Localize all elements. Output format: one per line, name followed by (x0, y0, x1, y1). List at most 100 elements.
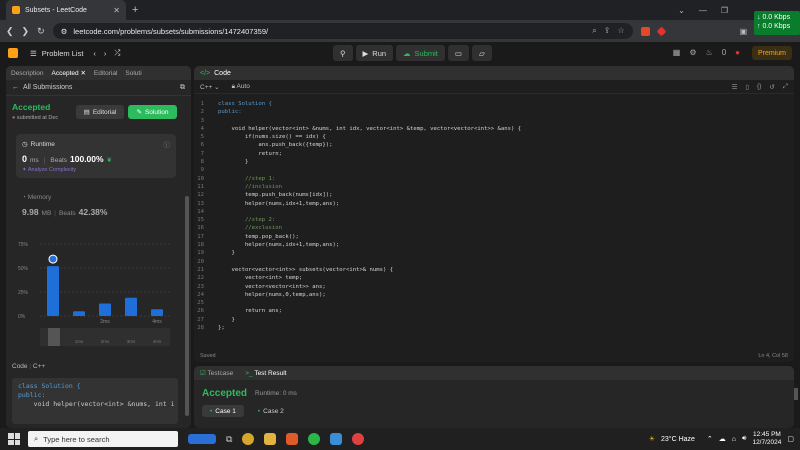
feedback-button[interactable]: ▱ (471, 45, 492, 61)
restore-icon[interactable]: ❐ (721, 6, 728, 15)
all-submissions-row[interactable]: ← All Submissions ⧉ (6, 80, 191, 96)
copilot-icon[interactable] (242, 433, 255, 445)
runtime-card[interactable]: ◷ Runtime ⓘ 0 ms | Beats 100.00% ❦ ✦ Ana… (16, 134, 176, 178)
tab-editorial[interactable]: Editorial (94, 70, 117, 77)
site-info-icon[interactable]: ⚙ (61, 27, 68, 36)
chevron-up-icon[interactable]: ⌃ (707, 435, 713, 443)
brave-shield-icon[interactable] (640, 26, 650, 36)
code-line[interactable]: 19 } (194, 249, 794, 257)
windows-start-icon[interactable] (8, 433, 20, 445)
weather-text[interactable]: 23°C Haze (661, 436, 695, 443)
runtime-bar[interactable] (125, 297, 137, 316)
code-line[interactable]: 17 temp.pop_back(); (194, 233, 794, 241)
arrow-left-icon[interactable]: ← (12, 84, 19, 91)
minimize-icon[interactable]: — (699, 6, 707, 15)
code-line[interactable]: 2 public: (194, 108, 794, 116)
navigator-handle[interactable] (48, 328, 60, 346)
brave-icon[interactable] (286, 433, 299, 445)
code-line[interactable]: 4 void helper(vector<int> &nums, int idx… (194, 125, 794, 133)
share-icon[interactable]: ⇪ (604, 26, 611, 36)
editorial-button[interactable]: ▤ Editorial (76, 105, 124, 119)
code-line[interactable]: 28}; (194, 324, 794, 332)
code-line[interactable]: 21 vector<vector<int>> subsets(vector<in… (194, 266, 794, 274)
code-line[interactable]: 6 ans.push_back({temp}); (194, 141, 794, 149)
forward-icon[interactable]: ❯ (22, 26, 30, 37)
code-line[interactable]: 16 //exclusion (194, 224, 794, 232)
language-select[interactable]: C++ ⌄ (200, 83, 220, 91)
code-line[interactable]: 11 //inclusion (194, 183, 794, 191)
new-tab-button[interactable]: + (126, 4, 144, 16)
ship-widget-icon[interactable] (188, 434, 216, 444)
chrome-icon[interactable] (308, 433, 321, 445)
next-problem-icon[interactable]: › (104, 49, 107, 58)
cloud-icon[interactable]: ☁ (719, 435, 726, 443)
reload-icon[interactable]: ↻ (37, 26, 45, 37)
network-icon[interactable]: ⌂ (732, 436, 736, 443)
case-tab-2[interactable]: • Case 2 (250, 405, 292, 417)
code-line[interactable]: 23 vector<vector<int>> ans; (194, 283, 794, 291)
taskbar-search[interactable]: ⌕ Type here to search (28, 431, 178, 447)
code-line[interactable]: 24 helper(nums,0,temp,ans); (194, 291, 794, 299)
close-icon[interactable]: ✕ (80, 70, 85, 77)
code-line[interactable]: 18 helper(nums,idx+1,temp,ans); (194, 241, 794, 249)
auto-mode[interactable]: 🔒︎ Auto (232, 83, 250, 91)
code-line[interactable]: 8 } (194, 158, 794, 166)
runtime-bar[interactable] (73, 311, 85, 316)
code-line[interactable]: 22 vector<int> temp; (194, 274, 794, 282)
omnibox[interactable]: ⚙ leetcode.com/problems/subsets/submissi… (52, 23, 633, 39)
leetcode-logo-icon[interactable] (8, 48, 18, 58)
code-area[interactable]: 1 class Solution {2 public: 3 4 void helper(… (194, 100, 794, 332)
notification-icon[interactable]: ▢ (787, 435, 794, 443)
submit-button[interactable]: ☁ Submit (396, 45, 445, 61)
tab-accepted[interactable]: Accepted ✕ (52, 69, 86, 77)
info-icon[interactable]: ⓘ (164, 139, 171, 149)
braces-icon[interactable]: {} (757, 83, 761, 91)
prev-problem-icon[interactable]: ‹ (93, 49, 96, 58)
code-line[interactable]: 20 (194, 258, 794, 266)
code-line[interactable]: 10 //step 1: (194, 175, 794, 183)
clock[interactable]: 12:45 PM 12/7/2024 (752, 431, 781, 447)
run-button[interactable]: ▶ Run (355, 45, 394, 61)
tab-description[interactable]: Description (11, 70, 44, 77)
code-line[interactable]: 3 (194, 117, 794, 125)
sidebar-icon[interactable]: ▣ (740, 27, 748, 36)
bookmark-icon[interactable]: ▯ (745, 83, 749, 91)
code-line[interactable]: 12 temp.push_back(nums[idx]); (194, 191, 794, 199)
star-icon[interactable]: ☆ (617, 26, 624, 36)
brave-rewards-icon[interactable] (656, 26, 667, 36)
link-icon[interactable]: ⧉ (180, 84, 185, 92)
code-line[interactable]: 26 return ans; (194, 307, 794, 315)
right-scrollbar[interactable] (794, 388, 798, 400)
solution-button[interactable]: ✎ Solution (128, 105, 177, 119)
memory-card[interactable]: ◔ Memory 9.98 MB | Beats 42.38% (22, 194, 107, 217)
problem-list-link[interactable]: Problem List (42, 49, 84, 58)
runtime-bar[interactable] (47, 266, 59, 316)
layout-icon[interactable]: ▦ (673, 48, 681, 57)
all-submissions-link[interactable]: All Submissions (23, 84, 72, 91)
task-view-icon[interactable]: ⧉ (226, 434, 232, 445)
zoom-icon[interactable]: ⌕ (592, 26, 596, 36)
analyze-complexity-link[interactable]: ✦ Analyze Complexity (22, 167, 170, 173)
expand-icon[interactable]: ⤢ (783, 83, 788, 91)
code-line[interactable]: 14 (194, 208, 794, 216)
runtime-bar[interactable] (99, 303, 111, 316)
vscode-icon[interactable] (330, 433, 343, 445)
list-icon[interactable]: ☰ (30, 49, 37, 58)
code-line[interactable]: 15 //step 2: (194, 216, 794, 224)
tab-solutions[interactable]: Soluti (125, 70, 141, 77)
premium-button[interactable]: Premium (751, 46, 792, 60)
tab-test-result[interactable]: >_ Test Result (245, 370, 286, 377)
format-icon[interactable]: ☰ (732, 83, 738, 91)
settings-icon[interactable]: ⚙ (689, 48, 696, 57)
avatar[interactable]: ● (735, 48, 740, 57)
case-tab-1[interactable]: • Case 1 (202, 405, 244, 417)
runtime-bar[interactable] (151, 309, 163, 316)
code-line[interactable]: 9 (194, 166, 794, 174)
code-line[interactable]: 5 if(nums.size() == idx) { (194, 133, 794, 141)
code-line[interactable]: 27 } (194, 316, 794, 324)
notes-button[interactable]: ▭ (447, 45, 469, 61)
close-icon[interactable]: ✕ (113, 6, 120, 15)
code-line[interactable]: 13 helper(nums,idx+1,temp,ans); (194, 200, 794, 208)
shuffle-icon[interactable]: ⤮ (114, 48, 120, 58)
runtime-distribution-chart[interactable]: 75% 50% 25% 0% 2ms 4ms 1ms 2ms 3ms 4ms (16, 236, 176, 356)
